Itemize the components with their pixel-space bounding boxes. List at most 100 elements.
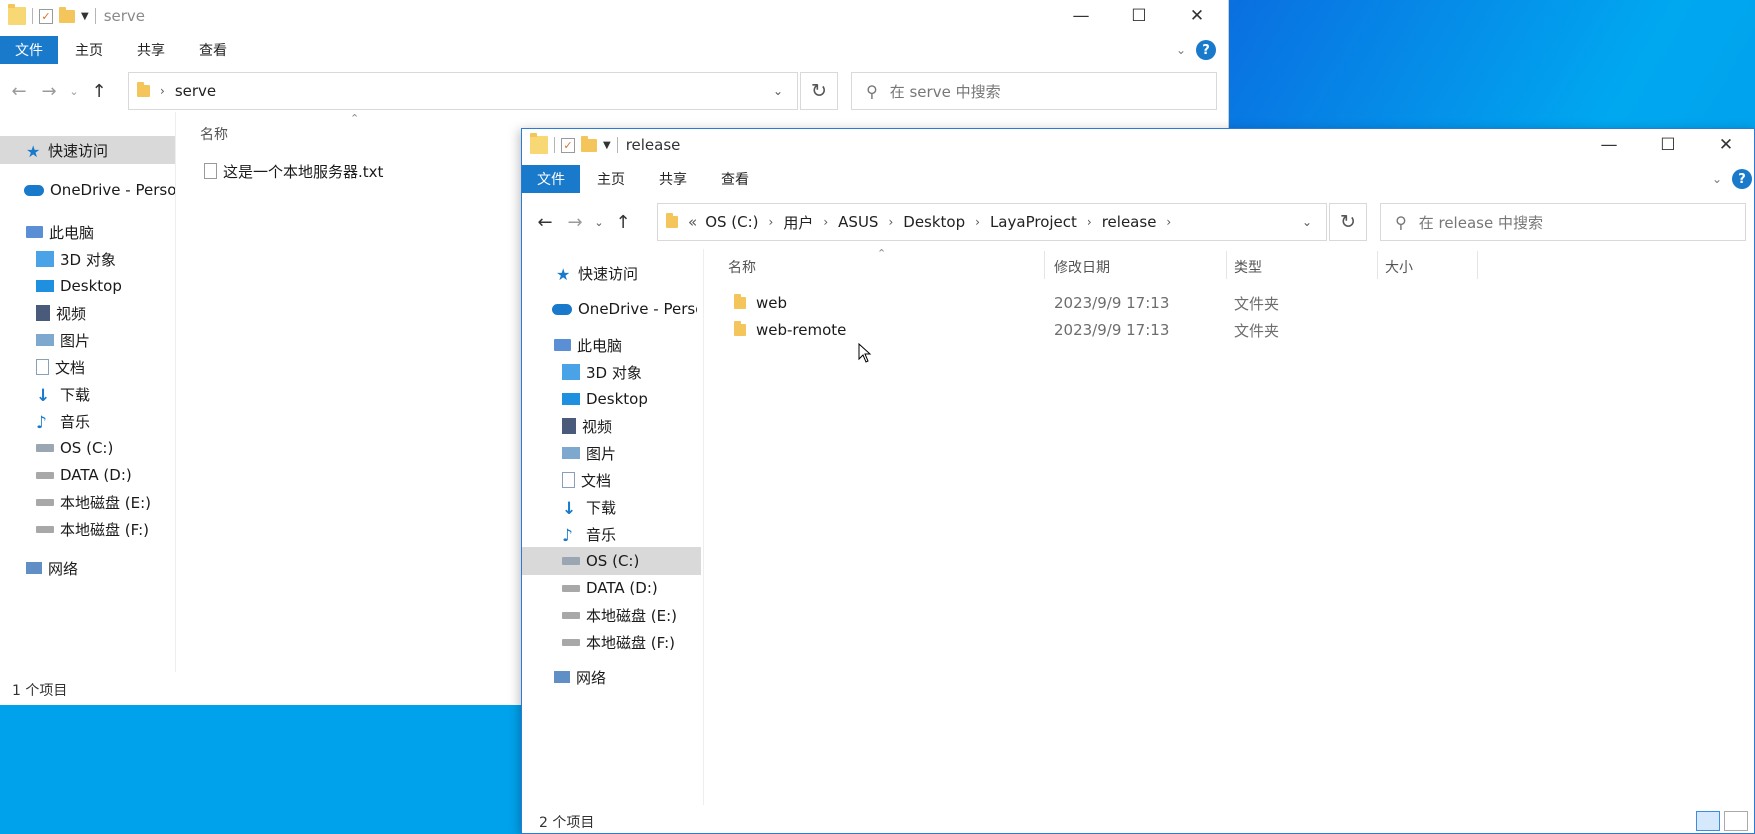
breadcrumb-separator-icon[interactable]: › (823, 215, 828, 229)
column-header-type[interactable]: 类型 (1234, 257, 1262, 277)
breadcrumb-item-serve[interactable]: serve (175, 82, 216, 100)
nav-videos[interactable]: 视频 (0, 299, 175, 327)
refresh-button[interactable]: ↻ (800, 72, 838, 110)
tab-file[interactable]: 文件 (522, 165, 580, 193)
address-bar[interactable]: › serve ⌄ (128, 72, 798, 110)
up-button[interactable]: ↑ (608, 212, 638, 233)
new-folder-icon[interactable] (59, 6, 75, 23)
breadcrumb-overflow[interactable]: « (688, 213, 697, 231)
breadcrumb-item-users[interactable]: 用户 (783, 212, 813, 233)
title-bar[interactable]: ✓ ▼ serve — ☐ ✕ (0, 0, 1228, 32)
breadcrumb-item-release[interactable]: release (1102, 213, 1157, 231)
nav-documents[interactable]: 文档 (0, 353, 175, 381)
nav-drive-e[interactable]: 本地磁盘 (E:) (0, 488, 175, 516)
refresh-button[interactable]: ↻ (1329, 203, 1367, 241)
recent-locations-icon[interactable]: ⌄ (64, 85, 84, 98)
column-header-date[interactable]: 修改日期 (1054, 257, 1110, 277)
tab-view[interactable]: 查看 (704, 165, 766, 193)
nav-drive-d[interactable]: DATA (D:) (0, 461, 175, 489)
expand-ribbon-icon[interactable]: ⌄ (1712, 172, 1722, 186)
nav-drive-c[interactable]: OS (C:) (522, 547, 701, 575)
nav-music[interactable]: ♪ 音乐 (0, 407, 175, 435)
properties-icon[interactable]: ✓ (561, 137, 575, 153)
column-header-name[interactable]: 名称 (728, 257, 756, 277)
nav-pictures[interactable]: 图片 (522, 439, 697, 467)
help-icon[interactable]: ? (1196, 40, 1216, 60)
close-button[interactable]: ✕ (1168, 0, 1226, 32)
nav-videos[interactable]: 视频 (522, 412, 697, 440)
breadcrumb-separator-icon[interactable]: › (160, 84, 165, 98)
breadcrumb-item-layaproject[interactable]: LayaProject (990, 213, 1077, 231)
desktop-icon (36, 280, 54, 292)
help-icon[interactable]: ? (1732, 169, 1752, 189)
breadcrumb-separator-icon[interactable]: › (769, 215, 774, 229)
column-divider[interactable] (1226, 251, 1227, 279)
tab-home[interactable]: 主页 (580, 165, 642, 193)
nav-drive-f[interactable]: 本地磁盘 (F:) (522, 628, 697, 656)
breadcrumb-separator-icon[interactable]: › (888, 215, 893, 229)
tab-view[interactable]: 查看 (182, 36, 244, 64)
nav-3d-objects[interactable]: 3D 对象 (0, 245, 175, 273)
expand-ribbon-icon[interactable]: ⌄ (1176, 43, 1186, 57)
column-divider[interactable] (1044, 251, 1045, 279)
breadcrumb-item-asus[interactable]: ASUS (838, 213, 878, 231)
minimize-button[interactable]: — (1052, 0, 1110, 32)
tab-share[interactable]: 共享 (120, 36, 182, 64)
nav-drive-f[interactable]: 本地磁盘 (F:) (0, 515, 175, 543)
table-row[interactable]: web 2023/9/9 17:13 文件夹 (522, 290, 1754, 316)
column-divider[interactable] (1377, 251, 1378, 279)
nav-pictures[interactable]: 图片 (0, 326, 175, 354)
tab-home[interactable]: 主页 (58, 36, 120, 64)
details-view-button[interactable] (1696, 811, 1720, 831)
maximize-button[interactable]: ☐ (1110, 0, 1168, 32)
nav-drive-d[interactable]: DATA (D:) (522, 574, 697, 602)
breadcrumb-separator-icon[interactable]: › (1087, 215, 1092, 229)
column-divider[interactable] (1477, 251, 1478, 279)
customize-toolbar-icon[interactable]: ▼ (603, 140, 611, 151)
new-folder-icon[interactable] (581, 135, 597, 152)
nav-downloads[interactable]: ↓ 下载 (522, 493, 697, 521)
forward-button[interactable]: → (34, 81, 64, 102)
nav-desktop[interactable]: Desktop (522, 385, 697, 413)
nav-music[interactable]: ♪ 音乐 (522, 520, 697, 548)
breadcrumb-separator-icon[interactable]: › (1166, 215, 1171, 229)
recent-locations-icon[interactable]: ⌄ (590, 216, 608, 229)
nav-drive-e[interactable]: 本地磁盘 (E:) (522, 601, 697, 629)
breadcrumb-item-os-c[interactable]: OS (C:) (705, 213, 758, 231)
nav-downloads[interactable]: ↓ 下载 (0, 380, 175, 408)
large-icons-view-button[interactable] (1724, 811, 1748, 831)
breadcrumb-item-desktop[interactable]: Desktop (903, 213, 965, 231)
tab-share[interactable]: 共享 (642, 165, 704, 193)
forward-button[interactable]: → (560, 212, 590, 233)
maximize-button[interactable]: ☐ (1639, 129, 1697, 161)
title-bar[interactable]: ✓ ▼ release — ☐ ✕ (522, 129, 1754, 161)
breadcrumb-separator-icon[interactable]: › (975, 215, 980, 229)
address-dropdown-icon[interactable]: ⌄ (759, 73, 797, 109)
back-button[interactable]: ← (530, 212, 560, 233)
nav-drive-c[interactable]: OS (C:) (0, 434, 175, 462)
nav-documents[interactable]: 文档 (522, 466, 697, 494)
tab-file[interactable]: 文件 (0, 36, 58, 64)
nav-desktop[interactable]: Desktop (0, 272, 175, 300)
column-header-size[interactable]: 大小 (1385, 257, 1413, 277)
address-dropdown-icon[interactable]: ⌄ (1288, 204, 1326, 240)
pane-splitter[interactable] (175, 112, 176, 672)
search-input[interactable]: ⚲ 在 serve 中搜索 (851, 72, 1217, 110)
nav-onedrive[interactable]: OneDrive - Personal (0, 176, 175, 204)
nav-network[interactable]: 网络 (0, 554, 175, 582)
customize-toolbar-icon[interactable]: ▼ (81, 11, 89, 22)
nav-quick-access[interactable]: ★ 快速访问 (522, 259, 697, 287)
nav-3d-objects[interactable]: 3D 对象 (522, 358, 697, 386)
search-input[interactable]: ⚲ 在 release 中搜索 (1380, 203, 1746, 241)
close-button[interactable]: ✕ (1697, 129, 1755, 161)
table-row[interactable]: web-remote 2023/9/9 17:13 文件夹 (522, 317, 1754, 343)
up-button[interactable]: ↑ (84, 81, 114, 102)
properties-icon[interactable]: ✓ (39, 8, 53, 24)
nav-this-pc[interactable]: 此电脑 (0, 218, 175, 246)
nav-quick-access[interactable]: ★ 快速访问 (0, 136, 175, 164)
minimize-button[interactable]: — (1580, 129, 1638, 161)
back-button[interactable]: ← (4, 81, 34, 102)
nav-network[interactable]: 网络 (522, 663, 697, 691)
address-bar[interactable]: « OS (C:) › 用户 › ASUS › Desktop › LayaPr… (657, 203, 1327, 241)
column-header-name[interactable]: 名称 (200, 124, 228, 144)
